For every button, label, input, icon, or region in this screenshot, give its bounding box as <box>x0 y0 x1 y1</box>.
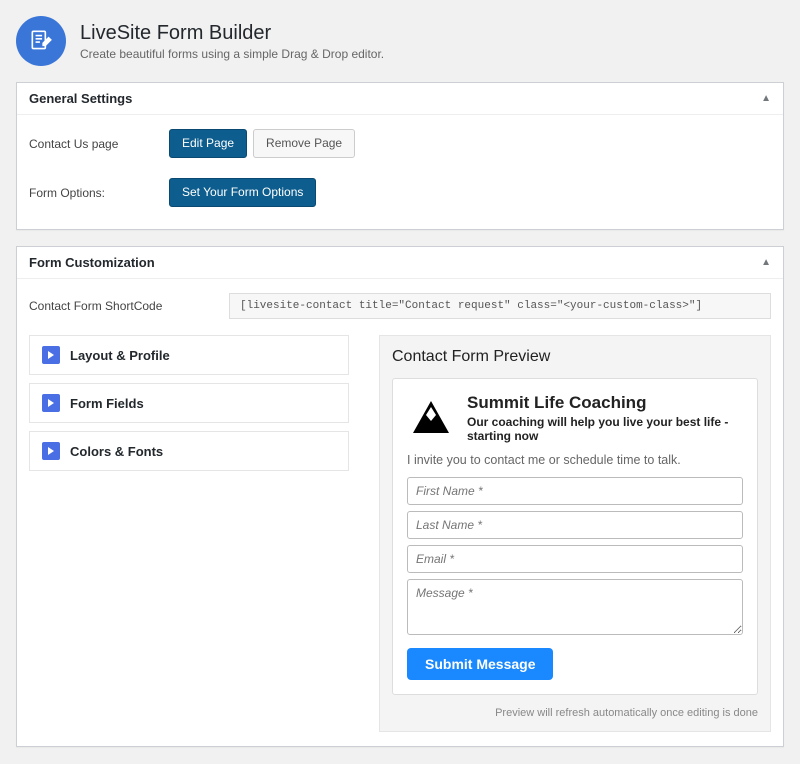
edit-page-button[interactable]: Edit Page <box>169 129 247 158</box>
page-subtitle: Create beautiful forms using a simple Dr… <box>80 47 384 61</box>
last-name-input[interactable] <box>407 511 743 539</box>
submit-button[interactable]: Submit Message <box>407 648 553 680</box>
business-logo-icon <box>407 393 455 441</box>
general-settings-header[interactable]: General Settings ▲ <box>17 83 783 115</box>
contact-page-label: Contact Us page <box>29 137 169 151</box>
acc-form-fields[interactable]: Form Fields <box>29 383 349 423</box>
acc-label: Form Fields <box>70 396 144 411</box>
play-icon <box>42 394 60 412</box>
business-subtitle: Our coaching will help you live your bes… <box>467 415 743 443</box>
preview-column: Contact Form Preview Summit Life Coachin… <box>379 335 771 732</box>
shortcode-value[interactable]: [livesite-contact title="Contact request… <box>229 293 771 319</box>
play-icon <box>42 442 60 460</box>
invite-text: I invite you to contact me or schedule t… <box>407 453 743 467</box>
preview-note: Preview will refresh automatically once … <box>392 703 758 719</box>
email-input[interactable] <box>407 545 743 573</box>
play-icon <box>42 346 60 364</box>
shortcode-label: Contact Form ShortCode <box>29 299 229 313</box>
collapse-icon[interactable]: ▲ <box>761 257 771 268</box>
preview-heading: Contact Form Preview <box>392 348 758 366</box>
page-title: LiveSite Form Builder <box>80 22 384 45</box>
page-header: LiveSite Form Builder Create beautiful f… <box>0 0 800 82</box>
contact-form-preview: Summit Life Coaching Our coaching will h… <box>392 378 758 695</box>
acc-layout-profile[interactable]: Layout & Profile <box>29 335 349 375</box>
acc-label: Layout & Profile <box>70 348 170 363</box>
general-settings-panel: General Settings ▲ Contact Us page Edit … <box>16 82 784 230</box>
panel-title: Form Customization <box>29 255 155 270</box>
message-input[interactable] <box>407 579 743 635</box>
business-title: Summit Life Coaching <box>467 393 743 413</box>
accordion-list: Layout & Profile Form Fields Colors & Fo… <box>29 335 349 732</box>
form-customization-header[interactable]: Form Customization ▲ <box>17 247 783 279</box>
set-form-options-button[interactable]: Set Your Form Options <box>169 178 316 207</box>
panel-title: General Settings <box>29 91 132 106</box>
form-builder-icon <box>16 16 66 66</box>
form-customization-panel: Form Customization ▲ Contact Form ShortC… <box>16 246 784 747</box>
form-options-label: Form Options: <box>29 186 169 200</box>
first-name-input[interactable] <box>407 477 743 505</box>
remove-page-button[interactable]: Remove Page <box>253 129 355 158</box>
acc-colors-fonts[interactable]: Colors & Fonts <box>29 431 349 471</box>
collapse-icon[interactable]: ▲ <box>761 93 771 104</box>
acc-label: Colors & Fonts <box>70 444 163 459</box>
